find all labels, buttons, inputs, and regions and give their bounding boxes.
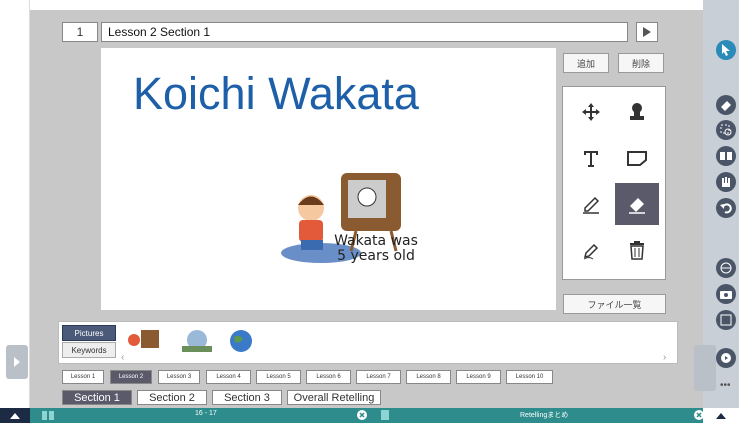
expand-left-button[interactable] — [6, 345, 28, 379]
hand-icon — [722, 177, 730, 187]
triangle-up-icon — [10, 412, 20, 419]
highlighter-tool-button[interactable] — [569, 229, 613, 271]
tab-keywords[interactable]: Keywords — [62, 342, 116, 358]
section-tab-3[interactable]: Section 3 — [212, 390, 282, 405]
cursor-icon — [722, 44, 730, 56]
shape-icon — [627, 151, 647, 166]
globe-button[interactable] — [716, 258, 736, 278]
expand-top-button[interactable] — [703, 408, 739, 423]
book-icon — [42, 411, 54, 420]
zoom-select-button[interactable] — [716, 120, 736, 140]
collapse-bottom-button[interactable] — [0, 408, 30, 423]
zoom-region-icon — [720, 124, 732, 136]
thumbnail-boy-tv[interactable] — [125, 328, 161, 354]
slide-caption: Wakata was 5 years old — [334, 233, 418, 264]
lesson-tab-6[interactable]: Lesson 6 — [306, 370, 351, 384]
eraser-button[interactable] — [716, 95, 736, 115]
screen-icon — [720, 314, 732, 326]
move-tool-button[interactable] — [569, 91, 613, 133]
play-icon — [643, 27, 651, 37]
chat-button[interactable] — [716, 348, 736, 368]
stamp-tool-button[interactable] — [615, 91, 659, 133]
eraser-tool-button[interactable] — [615, 183, 659, 225]
lesson-tab-7[interactable]: Lesson 7 — [356, 370, 401, 384]
lesson-tab-2[interactable]: Lesson 2 — [110, 370, 152, 384]
page-number: 1 — [62, 22, 98, 42]
slide-title: Koichi Wakata — [133, 68, 419, 119]
lesson-tab-3[interactable]: Lesson 3 — [158, 370, 200, 384]
lesson-tab-1[interactable]: Lesson 1 — [62, 370, 104, 384]
camera-button[interactable] — [716, 284, 736, 304]
play-button[interactable] — [636, 22, 658, 42]
lesson-tab-9[interactable]: Lesson 9 — [456, 370, 501, 384]
book-button[interactable] — [716, 146, 736, 166]
close-icon[interactable] — [357, 410, 367, 420]
eraser-icon — [629, 198, 645, 214]
thumbnail-earth[interactable] — [225, 328, 257, 354]
undo-button[interactable] — [716, 198, 736, 218]
hand-button[interactable] — [716, 172, 736, 192]
trash-tool-button[interactable] — [615, 229, 659, 271]
undo-icon — [720, 203, 732, 214]
slide-canvas[interactable]: Koichi Wakata Wakata was 5 years old — [101, 48, 556, 310]
more-icon[interactable]: ••• — [720, 380, 731, 391]
thumbnail-strip: ‹ › — [58, 321, 678, 364]
tool-panel — [562, 86, 666, 280]
document-icon — [381, 410, 389, 420]
delete-button[interactable]: 削除 — [618, 53, 664, 73]
thumbnail-astronaut[interactable] — [177, 328, 217, 354]
pen-icon — [583, 196, 600, 214]
pen-tool-button[interactable] — [569, 183, 613, 225]
scroll-right-arrow[interactable]: › — [663, 352, 666, 363]
shape-tool-button[interactable] — [615, 137, 659, 179]
highlighter-icon — [583, 243, 599, 260]
lesson-tab-10[interactable]: Lesson 10 — [506, 370, 553, 384]
lesson-tab-5[interactable]: Lesson 5 — [256, 370, 301, 384]
stamp-icon — [630, 103, 644, 120]
tab-pictures[interactable]: Pictures — [62, 325, 116, 341]
lesson-tab-4[interactable]: Lesson 4 — [206, 370, 251, 384]
page-range: 16 - 17 — [195, 410, 217, 417]
camera-icon — [720, 291, 732, 299]
book-icon — [720, 152, 732, 160]
chevron-right-icon — [14, 357, 20, 367]
section-tab-overall-retelling[interactable]: Overall Retelling — [287, 390, 381, 405]
status-bar — [0, 408, 739, 423]
title-field[interactable]: Lesson 2 Section 1 — [101, 22, 628, 42]
expand-right-button[interactable] — [694, 345, 716, 391]
chat-icon — [721, 353, 731, 363]
move-icon — [582, 103, 600, 121]
eraser-icon — [721, 101, 731, 111]
triangle-up-icon — [716, 412, 726, 419]
trash-icon — [630, 241, 644, 260]
cursor-button[interactable] — [716, 40, 736, 60]
section-tab-2[interactable]: Section 2 — [137, 390, 207, 405]
text-tool-button[interactable] — [569, 137, 613, 179]
text-icon — [584, 151, 598, 167]
globe-icon — [720, 262, 732, 274]
file-list-button[interactable]: ファイル一覧 — [563, 294, 666, 314]
lesson-tab-8[interactable]: Lesson 8 — [406, 370, 451, 384]
scroll-left-arrow[interactable]: ‹ — [121, 352, 124, 363]
section-tab-1[interactable]: Section 1 — [62, 390, 132, 405]
add-button[interactable]: 追加 — [563, 53, 609, 73]
retelling-summary-label[interactable]: Retellingまとめ — [520, 410, 568, 420]
screen-button[interactable] — [716, 310, 736, 330]
